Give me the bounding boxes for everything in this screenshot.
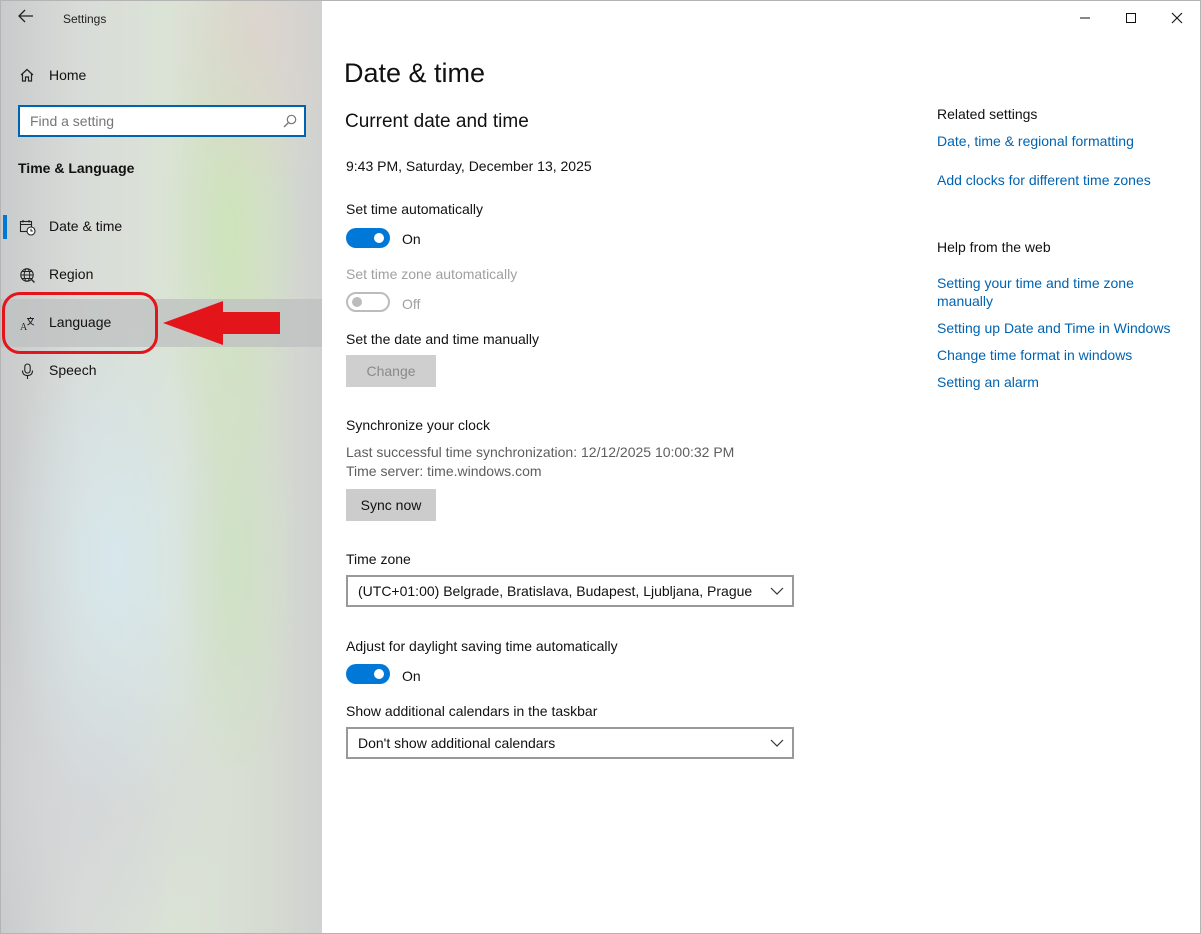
globe-icon (18, 266, 36, 284)
link-change-time-format[interactable]: Change time format in windows (937, 346, 1132, 364)
link-add-clocks[interactable]: Add clocks for different time zones (937, 171, 1151, 189)
home-label: Home (49, 67, 87, 83)
current-datetime: 9:43 PM, Saturday, December 13, 2025 (346, 158, 592, 174)
link-setting-time-zone-manually[interactable]: Setting your time and time zone manually (937, 274, 1177, 310)
sidebar-item-label: Date & time (49, 218, 123, 234)
sidebar-item-label: Region (49, 266, 94, 282)
app-title: Settings (63, 12, 107, 26)
home-nav-item[interactable]: Home (1, 59, 322, 91)
sidebar-item-label: Speech (49, 362, 97, 378)
sync-title: Synchronize your clock (346, 417, 490, 433)
search-box[interactable] (18, 105, 306, 137)
maximize-icon[interactable] (1108, 1, 1154, 35)
dst-state: On (402, 668, 421, 684)
timezone-label: Time zone (346, 551, 411, 567)
search-input[interactable] (20, 107, 276, 135)
sidebar: Settings Home Time & Language Date & tim… (1, 1, 322, 933)
sidebar-item-language[interactable]: A Language (1, 299, 322, 347)
calendars-value: Don't show additional calendars (358, 735, 556, 751)
sidebar-item-date-time[interactable]: Date & time (1, 203, 322, 251)
calendars-label: Show additional calendars in the taskbar (346, 703, 598, 719)
search-icon[interactable] (282, 113, 298, 129)
related-settings-title: Related settings (937, 106, 1038, 122)
dst-toggle[interactable] (346, 664, 390, 684)
change-button[interactable]: Change (346, 355, 436, 387)
date-time-icon (18, 218, 36, 236)
language-icon: A (18, 314, 36, 332)
sidebar-item-speech[interactable]: Speech (1, 347, 322, 395)
set-time-auto-state: On (402, 231, 421, 247)
close-icon[interactable] (1154, 1, 1200, 35)
set-timezone-auto-label: Set time zone automatically (346, 266, 518, 282)
sidebar-item-label: Language (49, 314, 112, 330)
last-sync-text: Last successful time synchronization: 12… (346, 444, 735, 460)
page-title: Date & time (344, 58, 486, 88)
set-timezone-auto-state: Off (402, 296, 421, 312)
minimize-icon[interactable] (1062, 1, 1108, 35)
home-icon (18, 66, 36, 84)
set-timezone-auto-toggle[interactable] (346, 292, 390, 312)
dst-label: Adjust for daylight saving time automati… (346, 638, 618, 654)
chevron-down-icon (770, 587, 784, 595)
calendars-dropdown[interactable]: Don't show additional calendars (346, 727, 794, 759)
sync-now-button[interactable]: Sync now (346, 489, 436, 521)
link-setting-an-alarm[interactable]: Setting an alarm (937, 373, 1039, 391)
back-arrow-icon[interactable] (15, 7, 37, 29)
chevron-down-icon (770, 739, 784, 747)
svg-text:A: A (20, 322, 28, 332)
set-time-auto-toggle[interactable] (346, 228, 390, 248)
help-from-web-title: Help from the web (937, 239, 1051, 255)
timezone-dropdown[interactable]: (UTC+01:00) Belgrade, Bratislava, Budape… (346, 575, 794, 607)
link-date-time-regional-formatting[interactable]: Date, time & regional formatting (937, 132, 1134, 150)
link-setting-up-date-time[interactable]: Setting up Date and Time in Windows (937, 319, 1170, 337)
timezone-value: (UTC+01:00) Belgrade, Bratislava, Budape… (358, 583, 753, 599)
sidebar-item-region[interactable]: Region (1, 251, 322, 299)
section-title: Current date and time (345, 111, 529, 132)
time-server-text: Time server: time.windows.com (346, 463, 542, 479)
manual-datetime-label: Set the date and time manually (346, 331, 540, 347)
microphone-icon (18, 362, 36, 380)
settings-window: Settings Home Time & Language Date & tim… (0, 0, 1201, 934)
set-time-auto-label: Set time automatically (346, 201, 483, 217)
sidebar-section-title: Time & Language (18, 160, 135, 176)
